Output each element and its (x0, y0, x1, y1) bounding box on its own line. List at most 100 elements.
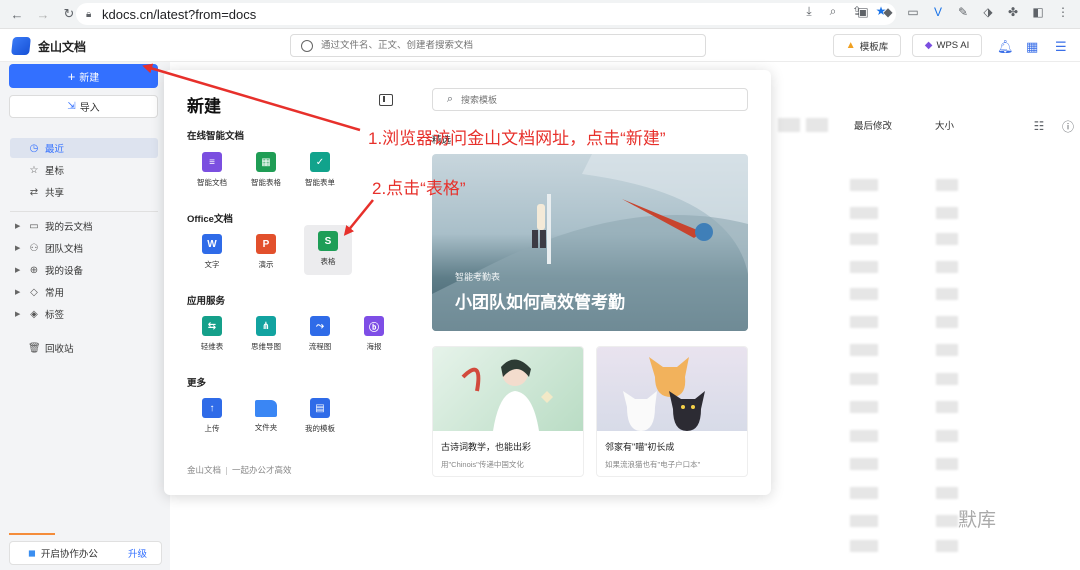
sidebar-divider (10, 211, 158, 212)
tile-smart-doc[interactable]: ≡ 智能文档 (189, 146, 235, 192)
sidebar-item-label: 共享 (45, 188, 65, 199)
tag-icon: ◈ (30, 308, 38, 320)
sidebar-item-tags[interactable]: ▶ ◈ 标签 (10, 304, 158, 324)
back-icon[interactable]: ← (8, 5, 26, 23)
extensions-bar: ▣ ◆ ▭ V ✎ ⬗ ✤ ◧ ⋮ (856, 5, 1070, 19)
blurred-cell (850, 261, 878, 273)
template-banner[interactable]: 智能考勤表 小团队如何高效管考勤 (432, 154, 748, 331)
tile-smart-sheet[interactable]: ▦ 智能表格 (243, 146, 289, 192)
blurred-cell (850, 344, 878, 356)
spreadsheet-icon: S (318, 231, 338, 251)
blurred-cell (936, 458, 958, 470)
sidebar-item-trash[interactable]: 🗑︎ 回收站 (10, 338, 158, 358)
panel-toggle-icon[interactable] (379, 94, 393, 106)
tile-my-templates[interactable]: ▤ 我的模板 (297, 392, 343, 438)
brand-name[interactable]: 金山文档 (38, 38, 86, 55)
expand-caret-icon[interactable]: ▶ (15, 244, 20, 252)
sidebar-item-team[interactable]: ▶ ⚇ 团队文档 (10, 238, 158, 258)
column-size[interactable]: 大小 (935, 118, 954, 132)
expand-caret-icon[interactable]: ▶ (15, 222, 20, 230)
zoom-icon[interactable]: ⌕ (826, 4, 840, 18)
sidebar-item-label: 我的设备 (45, 266, 84, 277)
sidebar-item-label: 团队文档 (45, 244, 84, 255)
card-image (433, 347, 583, 431)
forward-icon[interactable]: → (34, 5, 52, 23)
tile-poster[interactable]: ⓑ 海报 (351, 310, 397, 356)
blurred-cell (936, 233, 958, 245)
blurred-cell (936, 316, 958, 328)
tile-presentation[interactable]: P 演示 (243, 228, 289, 274)
tile-spreadsheet[interactable]: S 表格 (304, 225, 352, 275)
blurred-cell (936, 487, 958, 499)
info-icon[interactable]: ⓘ (1061, 119, 1075, 134)
template-card-cats[interactable]: 邻家有"喵"初长成 如果流浪猫也有"电子户口本" (596, 346, 748, 477)
extension-icon[interactable]: ⬗ (981, 5, 995, 19)
extension-icon[interactable]: V (931, 5, 945, 19)
collab-office-button[interactable]: ◼ 开启协作办公 升级 (9, 541, 162, 565)
install-app-icon[interactable]: ⤓ (802, 4, 816, 18)
watermark-text: 默库 (958, 510, 997, 531)
sidebar-item-shared[interactable]: ⇄ 共享 (10, 182, 158, 202)
smart-doc-icon: ≡ (202, 152, 222, 172)
import-button-label: 导入 (79, 103, 100, 114)
blurred-cell (850, 401, 878, 413)
sidebar-item-label: 回收站 (45, 344, 74, 355)
browser-toolbar: ← → ↻ 🔒︎ kdocs.cn/latest?from=docs ⤓ ⌕ ⇪… (0, 0, 1080, 29)
apps-grid-icon[interactable]: ▦ (1026, 39, 1038, 55)
column-last-modified[interactable]: 最后修改 (854, 118, 892, 132)
expand-caret-icon[interactable]: ▶ (15, 266, 20, 274)
tile-word[interactable]: W 文字 (189, 228, 235, 274)
tile-light-table[interactable]: ⇆ 轻维表 (189, 310, 235, 356)
extension-icon[interactable]: ▣ (856, 5, 870, 19)
address-bar[interactable]: 🔒︎ kdocs.cn/latest?from=docs (76, 3, 896, 25)
template-search-input[interactable] (461, 94, 741, 105)
tile-folder[interactable]: 文件夹 (243, 392, 289, 438)
extension-icon[interactable]: ▭ (906, 5, 920, 19)
doc-search-input[interactable] (321, 40, 701, 51)
sidebar-item-recent[interactable]: ◷ 最近 (10, 138, 158, 158)
list-settings-icon[interactable]: ☷ (1032, 119, 1046, 133)
tile-flowchart[interactable]: ⤳ 流程图 (297, 310, 343, 356)
hamburger-menu-icon[interactable]: ☰ (1055, 39, 1067, 55)
tile-upload[interactable]: ↑ 上传 (189, 392, 235, 438)
device-icon: ⊕ (29, 264, 39, 276)
extension-icon[interactable]: ✎ (956, 5, 970, 19)
kdocs-logo-icon[interactable] (11, 37, 31, 55)
sidebar-item-frequent[interactable]: ▶ ◇ 常用 (10, 282, 158, 302)
template-card-poetry[interactable]: 古诗词教学，也能出彩 用"Chinois"传递中国文化 (432, 346, 584, 477)
side-panel-icon[interactable]: ◧ (1031, 5, 1045, 19)
smart-sheet-icon: ▦ (256, 152, 276, 172)
search-icon (301, 39, 313, 52)
bell-icon[interactable]: 🔔︎ (997, 39, 1014, 55)
card-title: 古诗词教学，也能出彩 (441, 442, 532, 452)
tile-label: 流程图 (308, 342, 332, 351)
expand-caret-icon[interactable]: ▶ (15, 310, 20, 318)
template-search-box[interactable]: ⌕ (432, 88, 748, 111)
puzzle-icon[interactable]: ✤ (1006, 5, 1020, 19)
sidebar-item-starred[interactable]: ☆ 星标 (10, 160, 158, 180)
doc-search-box[interactable] (290, 34, 706, 57)
trash-icon: 🗑︎ (28, 342, 41, 354)
collab-label: 开启协作办公 (40, 549, 98, 560)
template-library-button[interactable]: ▲ 模板库 (833, 34, 901, 57)
poetry-illustration (461, 359, 553, 431)
tile-label: 思维导图 (251, 342, 281, 351)
tile-mind-map[interactable]: ⋔ 思维导图 (243, 310, 289, 356)
footer-brand: 金山文档 (187, 465, 222, 475)
blurred-cell (850, 373, 878, 385)
wps-ai-button[interactable]: ◆ WPS AI (912, 34, 982, 57)
extension-icon[interactable]: ◆ (881, 5, 895, 19)
tile-smart-form[interactable]: ✓ 智能表单 (297, 146, 343, 192)
menu-dots-icon[interactable]: ⋮ (1056, 5, 1070, 19)
upgrade-link[interactable]: 升级 (128, 546, 147, 560)
annotation-step-2: 2.点击“表格” (372, 179, 466, 198)
blurred-cell (936, 401, 958, 413)
sidebar-item-devices[interactable]: ▶ ⊕ 我的设备 (10, 260, 158, 280)
expand-caret-icon[interactable]: ▶ (15, 288, 20, 296)
import-button[interactable]: ⇲ 导入 (9, 95, 158, 118)
tile-label: 智能表单 (305, 178, 335, 187)
folder-icon (255, 400, 277, 417)
blurred-cell (850, 179, 878, 191)
sidebar-item-my-cloud[interactable]: ▶ ▭ 我的云文档 (10, 216, 158, 236)
new-button[interactable]: + 新建 (9, 64, 158, 88)
